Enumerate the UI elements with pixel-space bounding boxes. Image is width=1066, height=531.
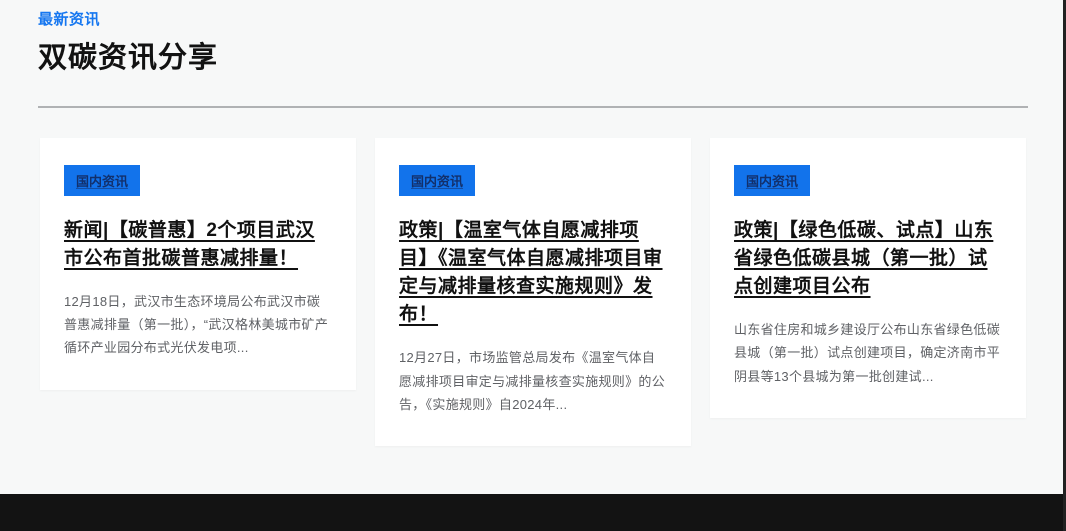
article-title-link[interactable]: 政策|【绿色低碳、试点】山东省绿色低碳县城（第一批）试点创建项目公布 [734, 217, 1002, 301]
article-title-link[interactable]: 政策|【温室气体自愿减排项目】《温室气体自愿减排项目审定与减排量核查实施规则》发… [399, 217, 667, 329]
article-title-link[interactable]: 新闻|【碳普惠】2个项目武汉市公布首批碳普惠减排量！ [64, 217, 332, 273]
category-badge[interactable]: 国内资讯 [734, 165, 810, 196]
section-eyebrow: 最新资讯 [38, 8, 1028, 29]
page-title: 双碳资讯分享 [38, 34, 1028, 76]
news-card: 国内资讯 政策|【温室气体自愿减排项目】《温室气体自愿减排项目审定与减排量核查实… [375, 138, 691, 446]
section-header: 最新资讯 双碳资讯分享 [0, 0, 1066, 76]
news-card: 国内资讯 新闻|【碳普惠】2个项目武汉市公布首批碳普惠减排量！ 12月18日，武… [40, 138, 356, 390]
news-card: 国内资讯 政策|【绿色低碳、试点】山东省绿色低碳县城（第一批）试点创建项目公布 … [710, 138, 1026, 418]
footer-bar [0, 494, 1066, 531]
article-summary: 12月18日，武汉市生态环境局公布武汉市碳普惠减排量（第一批），“武汉格林美城市… [64, 290, 332, 359]
news-page: 最新资讯 双碳资讯分享 国内资讯 新闻|【碳普惠】2个项目武汉市公布首批碳普惠减… [0, 0, 1066, 531]
category-badge[interactable]: 国内资讯 [64, 165, 140, 196]
header-divider [38, 106, 1028, 108]
article-summary: 12月27日，市场监管总局发布《温室气体自愿减排项目审定与减排量核查实施规则》的… [399, 346, 667, 415]
article-summary: 山东省住房和城乡建设厅公布山东省绿色低碳县城（第一批）试点创建项目，确定济南市平… [734, 318, 1002, 387]
category-badge[interactable]: 国内资讯 [399, 165, 475, 196]
news-card-list: 国内资讯 新闻|【碳普惠】2个项目武汉市公布首批碳普惠减排量！ 12月18日，武… [40, 138, 1026, 446]
